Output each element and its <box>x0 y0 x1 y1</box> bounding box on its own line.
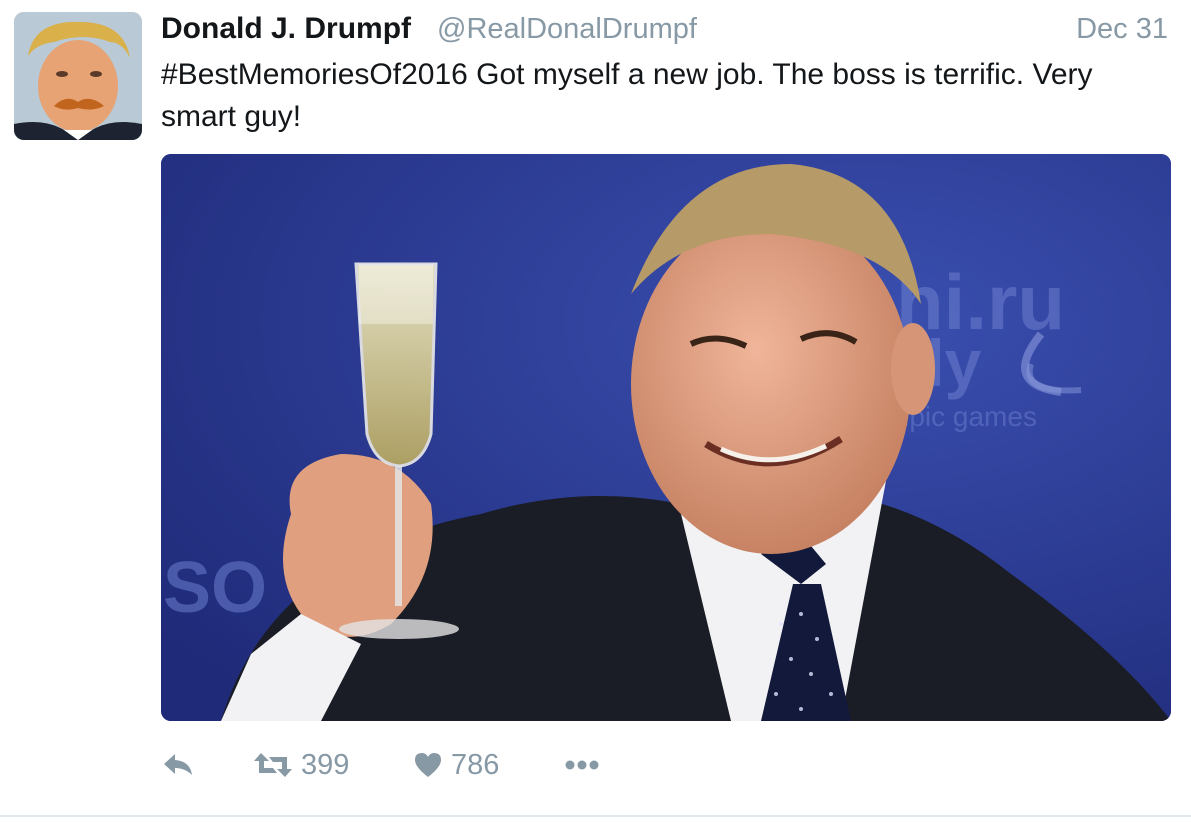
tweet-divider <box>0 815 1191 817</box>
retweet-button[interactable]: 399 <box>253 742 349 788</box>
avatar-image <box>14 12 142 140</box>
timestamp[interactable]: Dec 31 <box>1076 13 1168 46</box>
reply-icon <box>164 754 192 775</box>
tweet-text: #BestMemoriesOf2016 Got myself a new job… <box>161 58 1093 133</box>
display-name[interactable]: Donald J. Drumpf <box>161 12 411 46</box>
like-button[interactable]: 786 <box>413 742 499 788</box>
photo-image: hi.ru oly mpic games SO <box>161 154 1171 721</box>
avatar[interactable] <box>14 12 142 140</box>
more-button[interactable] <box>564 742 600 788</box>
tweet-photo[interactable]: hi.ru oly mpic games SO <box>161 154 1171 721</box>
reply-button[interactable] <box>161 742 195 788</box>
like-count: 786 <box>451 748 500 781</box>
retweet-icon <box>254 753 292 777</box>
tweet-actions: 399 786 <box>161 742 761 788</box>
tweet[interactable]: Donald J. Drumpf @RealDonalDrumpf Dec 31… <box>0 0 1191 822</box>
backdrop-text-4: SO <box>163 548 267 628</box>
more-icon <box>565 760 599 770</box>
user-handle[interactable]: @RealDonalDrumpf <box>437 13 697 46</box>
heart-icon <box>415 753 441 777</box>
tweet-header: Donald J. Drumpf @RealDonalDrumpf Dec 31 <box>161 10 1171 50</box>
retweet-count: 399 <box>301 748 350 781</box>
